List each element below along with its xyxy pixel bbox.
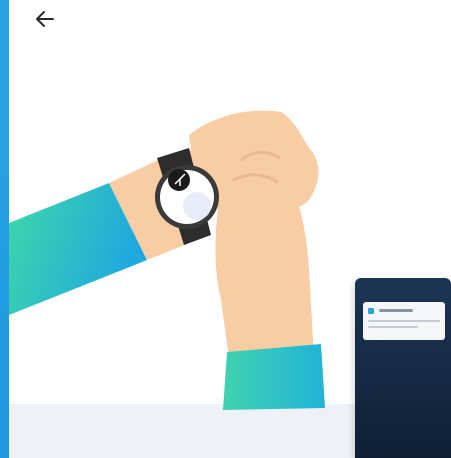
phone-notification-card: [363, 302, 445, 340]
arrow-left-icon: [36, 11, 54, 27]
right-sleeve: [223, 344, 325, 410]
phone-notification-icon: [355, 278, 451, 458]
notification-line: [368, 326, 418, 328]
right-forearm: [215, 190, 314, 358]
left-edge-stripe: [0, 0, 9, 458]
back-button[interactable]: [28, 4, 62, 34]
notification-app-icon: [368, 308, 374, 314]
notification-line: [368, 320, 440, 322]
notification-title-bar: [379, 309, 413, 312]
